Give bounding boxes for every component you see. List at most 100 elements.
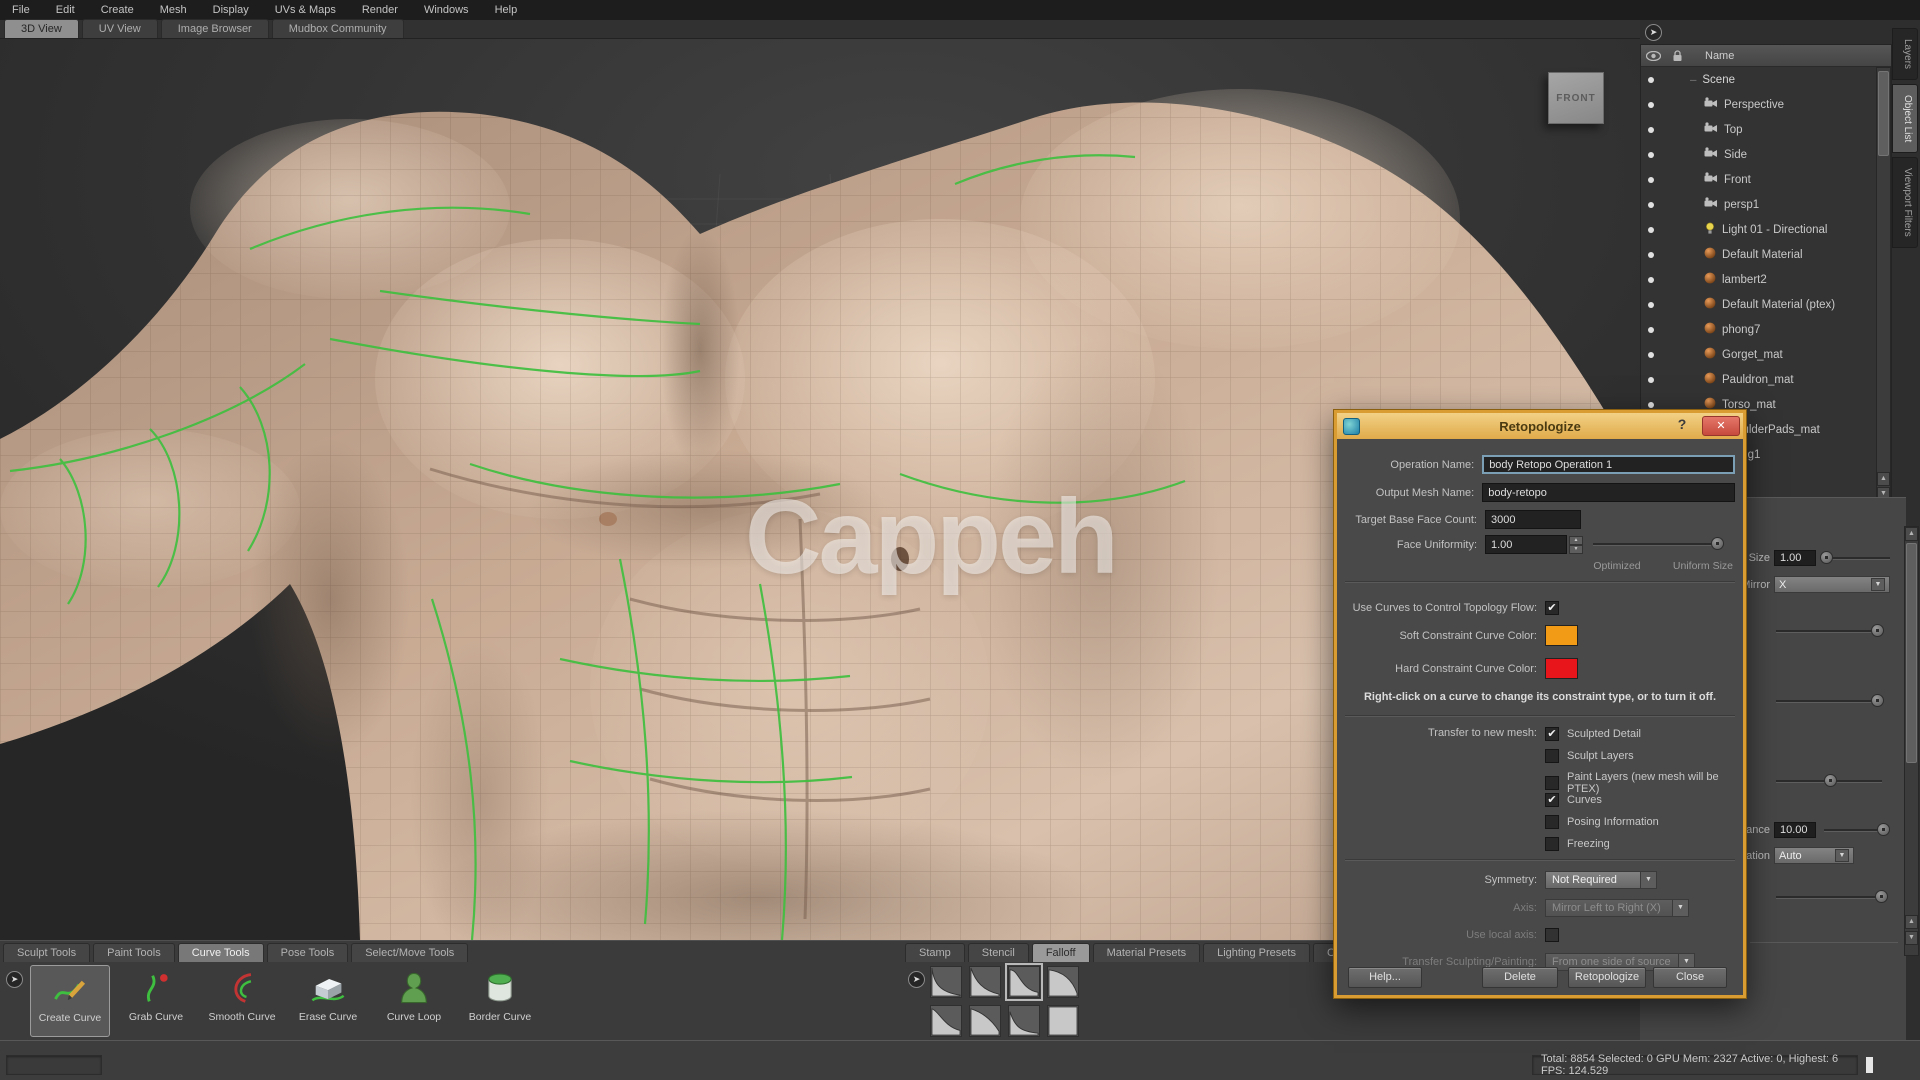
falloff-preset-steep-concave[interactable] <box>930 966 962 998</box>
scroll-up-button[interactable]: ▲ <box>1877 472 1890 486</box>
vscroll-thumb[interactable] <box>1878 71 1889 156</box>
menu-item-edit[interactable]: Edit <box>56 4 75 16</box>
falloff-slider-knob[interactable] <box>1871 694 1884 707</box>
use-local-axis-checkbox[interactable] <box>1545 928 1559 942</box>
distance-slider[interactable] <box>1824 822 1890 836</box>
menu-item-display[interactable]: Display <box>213 4 249 16</box>
orientation-dropdown[interactable]: Auto ▼ <box>1774 847 1854 864</box>
tree-item-default-material[interactable]: Default Material <box>1641 242 1875 267</box>
preset-tab-material-presets[interactable]: Material Presets <box>1092 943 1201 962</box>
size-slider[interactable] <box>1820 550 1890 564</box>
tree-item-light-01-directional[interactable]: Light 01 - Directional <box>1641 217 1875 242</box>
falloff-preset-dome-wide[interactable] <box>969 1005 1001 1037</box>
visibility-dot[interactable] <box>1648 226 1654 233</box>
strength-slider-knob[interactable] <box>1871 624 1884 637</box>
spinner-buttons[interactable]: ▲ ▼ <box>1569 535 1583 554</box>
properties-scrollbar[interactable]: ▲ ▲ ▼ <box>1904 526 1919 956</box>
collapse-icon[interactable]: ─ <box>1690 75 1696 85</box>
side-tab-layers[interactable]: Layers <box>1892 28 1918 81</box>
tree-item-pauldron-mat[interactable]: Pauldron_mat <box>1641 367 1875 392</box>
smooth-slider[interactable] <box>1776 774 1882 787</box>
checkbox[interactable] <box>1545 776 1559 790</box>
visibility-dot[interactable] <box>1648 151 1654 158</box>
tray-expand-button[interactable]: ➤ <box>6 971 23 988</box>
view-tab-3d-view[interactable]: 3D View <box>4 19 79 38</box>
extra-slider-knob[interactable] <box>1875 890 1888 903</box>
visibility-dot[interactable] <box>1648 201 1654 208</box>
lock-icon[interactable] <box>1665 49 1689 62</box>
visibility-dot[interactable] <box>1648 376 1654 383</box>
visibility-dot[interactable] <box>1648 126 1654 133</box>
hard-constraint-color-swatch[interactable] <box>1545 658 1578 679</box>
smooth-slider-knob[interactable] <box>1824 774 1837 787</box>
tray-tab-paint-tools[interactable]: Paint Tools <box>93 943 175 962</box>
size-input[interactable] <box>1774 550 1816 566</box>
tree-item-side[interactable]: Side <box>1641 142 1875 167</box>
visibility-dot[interactable] <box>1648 351 1654 358</box>
menu-item-file[interactable]: File <box>12 4 30 16</box>
preset-tab-falloff[interactable]: Falloff <box>1031 943 1090 962</box>
size-slider-knob[interactable] <box>1820 550 1833 564</box>
panel-expand-button[interactable]: ➤ <box>1645 24 1662 41</box>
side-tab-viewport-filters[interactable]: Viewport Filters <box>1892 157 1918 248</box>
scroll-down-button[interactable]: ▼ <box>1905 931 1918 945</box>
distance-slider-knob[interactable] <box>1877 822 1890 836</box>
tree-item-scene[interactable]: ─ Scene <box>1641 67 1875 92</box>
face-uniformity-knob[interactable] <box>1711 537 1724 550</box>
tool-border-curve[interactable]: Border Curve <box>460 965 540 1037</box>
tray-tab-sculpt-tools[interactable]: Sculpt Tools <box>3 943 91 962</box>
help-icon[interactable]: ? <box>1673 416 1691 434</box>
falloff-preset-dome[interactable] <box>1047 966 1079 998</box>
object-list-vscrollbar[interactable]: ▲ ▼ <box>1876 67 1891 503</box>
visibility-dot[interactable] <box>1648 326 1654 333</box>
checkbox[interactable]: ✔ <box>1545 793 1559 807</box>
close-button[interactable]: Close <box>1653 967 1727 988</box>
preset-tab-lighting-presets[interactable]: Lighting Presets <box>1203 943 1310 962</box>
tool-curve-loop[interactable]: Curve Loop <box>374 965 454 1037</box>
operation-name-input[interactable] <box>1482 455 1735 474</box>
checkbox[interactable]: ✔ <box>1545 727 1559 741</box>
menu-item-create[interactable]: Create <box>101 4 134 16</box>
view-tab-image-browser[interactable]: Image Browser <box>160 19 269 38</box>
help--button[interactable]: Help... <box>1348 967 1422 988</box>
preset-tab-stencil[interactable]: Stencil <box>967 943 1029 962</box>
strength-slider[interactable] <box>1776 624 1884 637</box>
tray-tab-curve-tools[interactable]: Curve Tools <box>177 943 264 962</box>
visibility-dot[interactable] <box>1648 76 1654 83</box>
tray-expand-button[interactable]: ➤ <box>908 971 925 988</box>
visibility-dot[interactable] <box>1648 276 1654 283</box>
output-mesh-name-input[interactable] <box>1482 483 1735 502</box>
scroll-up-button[interactable]: ▲ <box>1905 915 1918 929</box>
distance-input[interactable] <box>1774 822 1816 838</box>
tree-item-perspective[interactable]: Perspective <box>1641 92 1875 117</box>
menu-item-help[interactable]: Help <box>495 4 518 16</box>
axis-dropdown[interactable]: Mirror Left to Right (X) ▼ <box>1545 899 1689 917</box>
scroll-up-button[interactable]: ▲ <box>1905 527 1918 541</box>
tree-item-default-material-ptex-[interactable]: Default Material (ptex) <box>1641 292 1875 317</box>
tree-item-gorget-mat[interactable]: Gorget_mat <box>1641 342 1875 367</box>
falloff-preset-bell-wide[interactable] <box>930 1005 962 1037</box>
tray-tab-pose-tools[interactable]: Pose Tools <box>266 943 349 962</box>
symmetry-dropdown[interactable]: Not Required ▼ <box>1545 871 1657 889</box>
tree-item-front[interactable]: Front <box>1641 167 1875 192</box>
visibility-dot[interactable] <box>1648 101 1654 108</box>
side-tab-object-list[interactable]: Object List <box>1892 84 1918 154</box>
tool-create-curve[interactable]: Create Curve <box>30 965 110 1037</box>
checkbox[interactable] <box>1545 837 1559 851</box>
extra-slider[interactable] <box>1776 890 1888 903</box>
tool-grab-curve[interactable]: Grab Curve <box>116 965 196 1037</box>
preset-tab-stamp[interactable]: Stamp <box>905 943 965 962</box>
visibility-dot[interactable] <box>1648 176 1654 183</box>
falloff-preset-tail[interactable] <box>1008 1005 1040 1037</box>
retopologize-button[interactable]: Retopologize <box>1568 967 1646 988</box>
face-uniformity-input[interactable] <box>1485 535 1567 554</box>
menu-item-render[interactable]: Render <box>362 4 398 16</box>
menu-item-windows[interactable]: Windows <box>424 4 469 16</box>
view-tab-uv-view[interactable]: UV View <box>81 19 158 38</box>
dialog-title-bar[interactable]: Retopologize ? ✕ <box>1337 413 1743 439</box>
tree-item-top[interactable]: Top <box>1641 117 1875 142</box>
tool-smooth-curve[interactable]: Smooth Curve <box>202 965 282 1037</box>
visibility-dot[interactable] <box>1648 301 1654 308</box>
falloff-preset-solid[interactable] <box>1047 1005 1079 1037</box>
tree-item-lambert2[interactable]: lambert2 <box>1641 267 1875 292</box>
